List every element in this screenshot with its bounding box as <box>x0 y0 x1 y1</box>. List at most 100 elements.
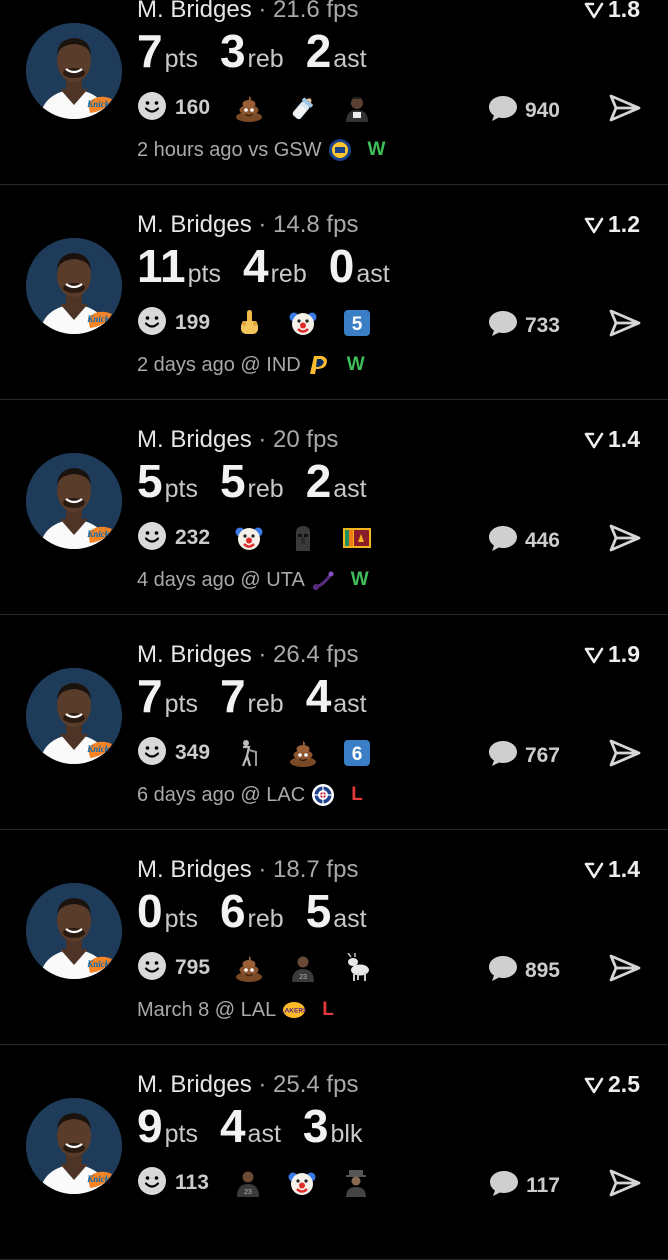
stat-number: 4 <box>219 1100 246 1152</box>
stat-0: 9pts <box>137 1099 198 1153</box>
player-name[interactable]: M. Bridges <box>137 641 252 668</box>
reaction-row: 349 6 <box>137 736 396 771</box>
svg-text:Knicks: Knicks <box>86 529 113 539</box>
game-info[interactable]: 2 hours ago vs GSW <box>137 139 322 162</box>
lal-logo: LAKERS <box>281 998 308 1022</box>
game-info[interactable]: 6 days ago @ LAC <box>137 784 305 807</box>
fps-value: 21.6 fps <box>273 0 359 23</box>
comment-button[interactable]: 940 <box>487 93 560 128</box>
avatar[interactable]: Knicks <box>26 668 122 764</box>
sri-lanka-flag-emoji[interactable] <box>342 523 372 553</box>
post-card[interactable]: Knicks M. Bridges · 26.4 fps 1.9 7pts 7reb 4a… <box>0 615 668 830</box>
stat-1: 6reb <box>220 884 284 938</box>
player-name[interactable]: M. Bridges <box>137 1071 252 1098</box>
comment-count: 117 <box>526 1173 560 1197</box>
baby-bottle-emoji[interactable] <box>288 93 318 123</box>
reaction-row: 199 5 <box>137 306 396 341</box>
comment-count: 733 <box>524 313 560 337</box>
player-name[interactable]: M. Bridges <box>137 426 252 453</box>
smile-react-icon[interactable] <box>137 951 167 986</box>
score-value: 1.9 <box>608 641 640 667</box>
avatar[interactable]: Knicks <box>26 1098 122 1194</box>
game-info[interactable]: 2 days ago @ IND <box>137 354 301 377</box>
game-meta: 4 days ago @ UTA W <box>137 568 369 592</box>
avatar[interactable]: Knicks <box>26 883 122 979</box>
uta-logo <box>311 568 335 592</box>
poop-emoji[interactable] <box>234 953 264 983</box>
smile-react-icon[interactable] <box>137 521 167 556</box>
fps-value: 14.8 fps <box>273 211 359 238</box>
stat-number: 4 <box>243 240 269 292</box>
hat-person-sticker-icon[interactable] <box>341 1168 371 1198</box>
player-name[interactable]: M. Bridges <box>137 856 252 883</box>
share-icon[interactable] <box>608 953 642 988</box>
stat-0: 7pts <box>137 669 198 723</box>
comment-button[interactable]: 895 <box>487 953 560 988</box>
avatar[interactable]: Knicks <box>26 23 122 119</box>
comment-button[interactable]: 117 <box>488 1168 560 1203</box>
post-header: M. Bridges · 18.7 fps <box>137 856 358 884</box>
post-card[interactable]: Knicks M. Bridges · 20 fps 1.4 5pts 5reb 2ast… <box>0 400 668 615</box>
stat-number: 11 <box>137 240 186 292</box>
score-value: 1.4 <box>608 426 640 452</box>
share-icon[interactable] <box>608 738 642 773</box>
player-name[interactable]: M. Bridges <box>137 0 252 23</box>
game-meta: March 8 @ LAL LAKERS L <box>137 998 334 1022</box>
clown-emoji[interactable] <box>288 308 318 338</box>
avatar[interactable]: Knicks <box>26 453 122 549</box>
svg-text:23: 23 <box>244 1189 252 1196</box>
game-info[interactable]: March 8 @ LAL <box>137 999 276 1022</box>
poop-emoji[interactable] <box>288 738 318 768</box>
comment-button[interactable]: 733 <box>487 308 560 343</box>
share-icon[interactable] <box>608 1168 642 1203</box>
player-name[interactable]: M. Bridges <box>137 211 252 238</box>
moai-sticker-icon[interactable] <box>288 523 318 553</box>
share-icon[interactable] <box>608 523 642 558</box>
stat-line: 0pts 6reb 5ast <box>137 884 389 938</box>
smile-react-icon[interactable] <box>137 306 167 341</box>
comment-button[interactable]: 767 <box>487 738 560 773</box>
gsw-logo <box>328 138 352 162</box>
smile-react-icon[interactable] <box>137 1166 167 1201</box>
svg-text:Knicks: Knicks <box>86 99 113 109</box>
stat-2: 2ast <box>306 454 367 508</box>
ind-logo <box>307 353 331 377</box>
cane-person-sticker-icon[interactable] <box>234 738 264 768</box>
smile-react-icon[interactable] <box>137 91 167 126</box>
score-value: 1.4 <box>608 856 640 882</box>
post-card[interactable]: Knicks M. Bridges · 25.4 fps 2.5 9pts 4ast 3b… <box>0 1045 668 1260</box>
game-info[interactable]: 4 days ago @ UTA <box>137 569 305 592</box>
fps-value: 20 fps <box>273 426 339 453</box>
post-header: M. Bridges · 26.4 fps <box>137 641 358 669</box>
poop-emoji[interactable] <box>234 93 264 123</box>
middle-finger-emoji[interactable] <box>234 308 264 338</box>
game-result-badge: W <box>350 569 369 590</box>
player-sticker-icon[interactable]: 23 <box>288 953 318 983</box>
reaction-row: 795 23 <box>137 951 396 986</box>
clown-emoji[interactable] <box>234 523 264 553</box>
avatar[interactable]: Knicks <box>26 238 122 334</box>
share-icon[interactable] <box>608 308 642 343</box>
post-card[interactable]: Knicks M. Bridges · 14.8 fps 1.2 11pts 4reb 0… <box>0 185 668 400</box>
stat-2: 5ast <box>306 884 367 938</box>
smile-react-icon[interactable] <box>137 736 167 771</box>
clown-emoji[interactable] <box>287 1168 317 1198</box>
comment-button[interactable]: 446 <box>487 523 560 558</box>
comment-icon <box>487 523 519 558</box>
stat-line: 7pts 7reb 4ast <box>137 669 389 723</box>
upvote-v-icon <box>584 1073 604 1100</box>
keycap-6-emoji[interactable]: 6 <box>342 738 372 768</box>
post-card[interactable]: Knicks M. Bridges · 21.6 fps 1.8 7pts 3reb 2a… <box>0 0 668 185</box>
stat-2: 0ast <box>329 239 390 293</box>
stat-label: reb <box>247 45 284 73</box>
stat-label: pts <box>164 905 198 933</box>
keycap-5-emoji[interactable]: 5 <box>342 308 372 338</box>
comment-icon <box>487 953 519 988</box>
share-icon[interactable] <box>608 93 642 128</box>
person-sticker-icon[interactable] <box>342 93 372 123</box>
goat-emoji[interactable] <box>342 953 372 983</box>
score-badge: 1.4 <box>584 856 640 885</box>
player-sticker-icon[interactable]: 23 <box>233 1168 263 1198</box>
game-result-badge: L <box>322 999 334 1020</box>
post-card[interactable]: Knicks M. Bridges · 18.7 fps 1.4 0pts 6reb 5a… <box>0 830 668 1045</box>
